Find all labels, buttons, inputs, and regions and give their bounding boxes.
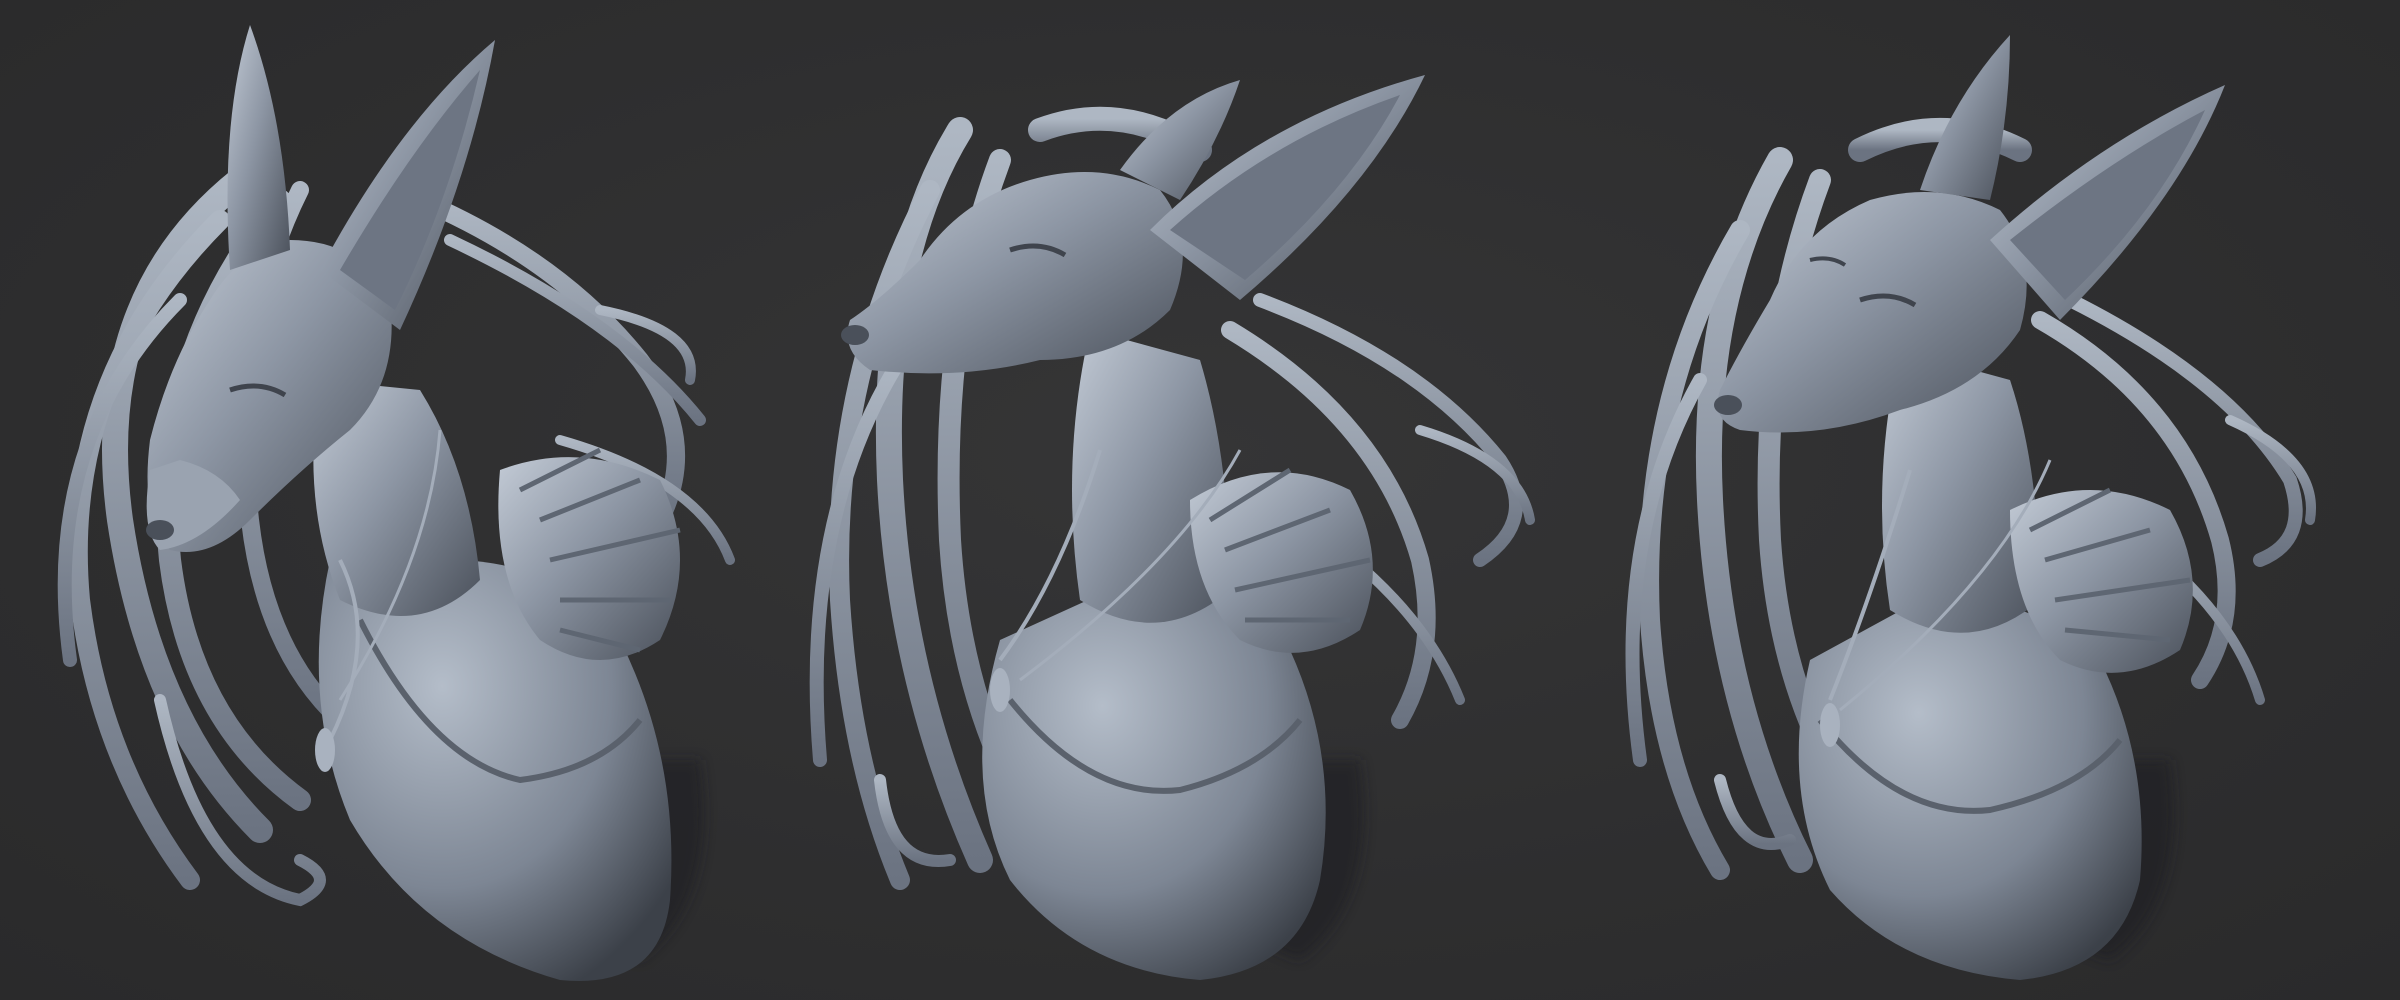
bust-figure-2 [809,75,1535,980]
fox-ear-left-3 [1920,35,2010,200]
bust-figure-1 [57,25,735,981]
fox-ear-left-1 [227,25,290,270]
render-viewport [0,0,2400,1000]
sculpt-render [57,25,2316,981]
bust-figure-3 [1625,35,2316,980]
